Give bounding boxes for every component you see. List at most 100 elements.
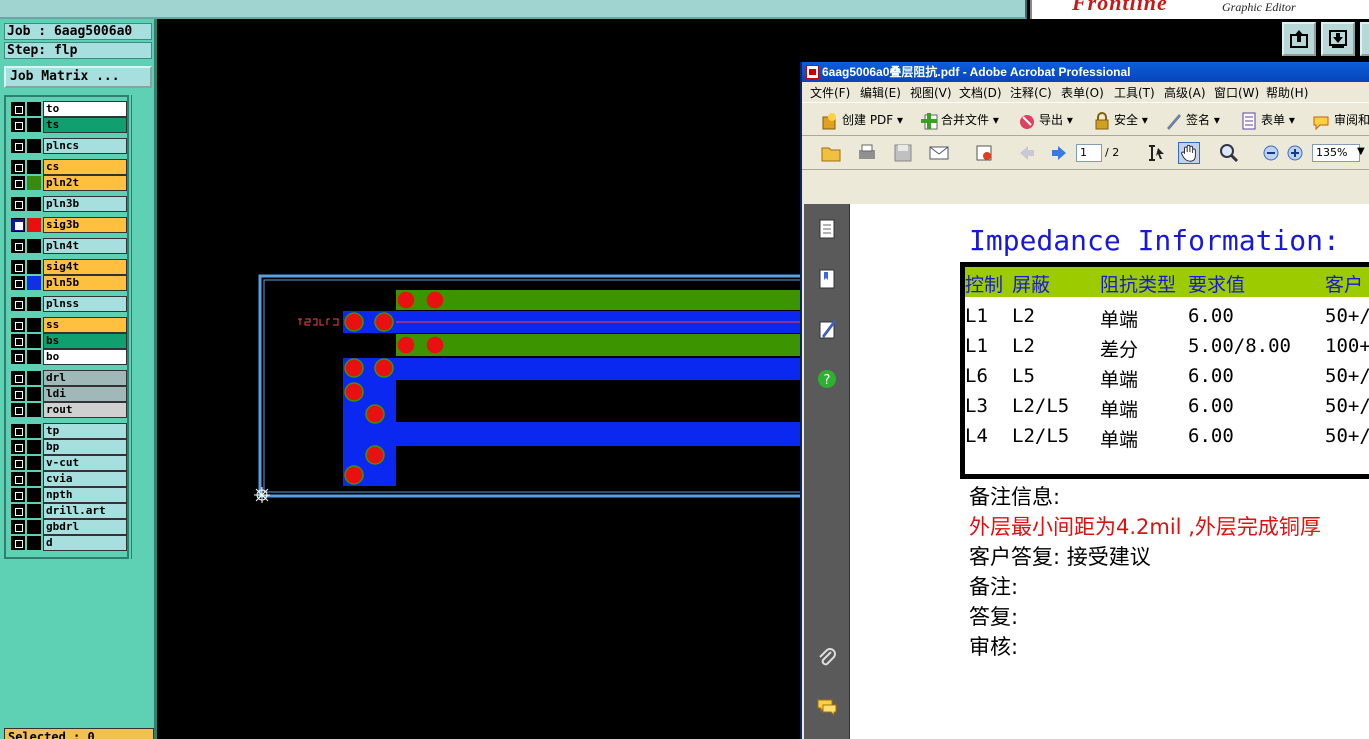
signatures-icon[interactable] (817, 318, 837, 340)
next-page-icon[interactable] (1048, 142, 1070, 164)
table-cell: L2 (1012, 335, 1035, 357)
sign-button[interactable]: 签名 ▾ (1164, 108, 1220, 132)
comments-icon[interactable] (817, 696, 837, 718)
via-pad (344, 358, 364, 378)
zoom-dropdown-icon[interactable]: ▼ (1357, 146, 1365, 157)
via-pad (374, 312, 394, 332)
pdf-file-icon (806, 65, 819, 79)
form-icon (1242, 112, 1256, 129)
review-button[interactable]: 审阅和 (1312, 108, 1369, 132)
trace-green-2 (396, 334, 800, 356)
table-cell: 50+/- (1325, 425, 1369, 447)
table-cell: 6.00 (1188, 305, 1234, 327)
via-pad (344, 382, 364, 402)
navigation-panel: ? (804, 204, 850, 739)
note-label: 备注信息: (969, 485, 1061, 509)
table-cell: L2 (1012, 305, 1035, 327)
menu-document[interactable]: 文档(D) (959, 84, 1002, 101)
create-pdf-icon (822, 112, 836, 129)
menu-comments[interactable]: 注释(C) (1010, 84, 1052, 101)
brand-logo: Frontline (1072, 0, 1168, 15)
upload-tool-button[interactable] (1282, 22, 1316, 56)
table-cell: 6.00 (1188, 395, 1234, 417)
header-impedance-type: 阻抗类型 (1100, 274, 1177, 296)
table-cell: 50+/- (1325, 395, 1369, 417)
menu-window[interactable]: 窗口(W) (1214, 84, 1259, 101)
save-icon[interactable] (892, 142, 914, 164)
menu-tools[interactable]: 工具(T) (1114, 84, 1155, 101)
export-button[interactable]: 导出 ▾ (1017, 108, 1073, 132)
answer-label: 答复: (969, 605, 1019, 629)
table-row: L6 L5 单端 6.00 50+/- (965, 361, 1369, 391)
acrobat-title: 6aag5006a0叠层阻抗.pdf - Adobe Acrobat Profe… (822, 65, 1131, 79)
origin-marker-icon (254, 487, 270, 503)
combine-files-button[interactable]: 合并文件 ▾ (919, 108, 999, 132)
help-icon[interactable]: ? (817, 368, 837, 390)
menu-forms[interactable]: 表单(O) (1061, 84, 1104, 101)
via-pad (365, 404, 385, 424)
remark-label: 备注: (969, 575, 1019, 599)
print-icon[interactable] (856, 142, 878, 164)
pcb-canvas[interactable] (0, 0, 800, 739)
extra-tool-button[interactable] (1360, 22, 1369, 56)
table-cell: 50+/- (1325, 305, 1369, 327)
table-cell: L1 (965, 335, 988, 357)
select-text-icon[interactable] (1146, 142, 1168, 164)
silkscreen-text-mark (298, 318, 339, 326)
header-control: 控制 (965, 274, 1004, 296)
table-cell: L2/L5 (1012, 425, 1070, 447)
table-row: L3 L2/L5 单端 6.00 50+/- (965, 391, 1369, 421)
lock-icon (1095, 111, 1109, 129)
forms-button[interactable]: 表单 ▾ (1239, 108, 1295, 132)
menu-view[interactable]: 视图(V) (910, 84, 952, 101)
pages-icon[interactable] (817, 218, 837, 240)
menu-file[interactable]: 文件(F) (810, 84, 850, 101)
menu-help[interactable]: 帮助(H) (1266, 84, 1308, 101)
bookmarks-icon[interactable] (817, 268, 837, 290)
impedance-table: 控制 屏蔽 阻抗类型 要求值 客户 L1 L2 单端 6.00 50+/- L1 L2 差分 5… (960, 262, 1369, 479)
acrobat-nav-toolbar: 1 / 2 135% ▼ (802, 136, 1369, 170)
export-icon (1020, 114, 1034, 129)
table-row: L1 L2 单端 6.00 50+/- (965, 301, 1369, 331)
customer-reply: 客户答复: 接受建议 (969, 545, 1151, 569)
table-cell: 6.00 (1188, 425, 1234, 447)
acrobat-titlebar[interactable]: 6aag5006a0叠层阻抗.pdf - Adobe Acrobat Profe… (802, 62, 1369, 82)
zoom-out-icon[interactable] (1260, 142, 1282, 164)
acrobat-menubar: 文件(F) 编辑(E) 视图(V) 文档(D) 注释(C) 表单(O) 工具(T… (802, 82, 1369, 102)
page-total: / 2 (1105, 146, 1120, 159)
via-pad (374, 358, 394, 378)
menu-advanced[interactable]: 高级(A) (1164, 84, 1206, 101)
svg-text:?: ? (824, 373, 831, 388)
table-cell: L2/L5 (1012, 395, 1070, 417)
table-cell: 50+/- (1325, 365, 1369, 387)
email-icon[interactable] (928, 142, 950, 164)
open-folder-icon[interactable] (820, 142, 842, 164)
review-icon (1313, 116, 1329, 130)
table-cell: 差分 (1100, 339, 1139, 361)
previous-page-icon[interactable] (1016, 142, 1038, 164)
via-pad (396, 290, 416, 310)
zoom-level-input[interactable]: 135% (1312, 144, 1360, 162)
page-number-input[interactable]: 1 (1076, 144, 1102, 162)
menu-edit[interactable]: 编辑(E) (860, 84, 901, 101)
hand-tool-icon[interactable] (1178, 142, 1200, 164)
table-cell: 单端 (1100, 369, 1139, 391)
table-cell: L3 (965, 395, 988, 417)
zoom-tool-icon[interactable] (1218, 142, 1240, 164)
table-cell: 单端 (1100, 399, 1139, 421)
zoom-in-icon[interactable] (1284, 142, 1306, 164)
brand-subtitle: Graphic Editor (1222, 0, 1296, 14)
organizer-icon[interactable] (974, 142, 996, 164)
attachments-icon[interactable] (817, 646, 837, 668)
pdf-page[interactable]: Impedance Information: 控制 屏蔽 阻抗类型 要求值 客户… (850, 204, 1369, 739)
download-tool-button[interactable] (1321, 22, 1355, 56)
secure-button[interactable]: 安全 ▾ (1092, 108, 1148, 132)
screen: Frontline Graphic Editor Job : 6aag5006a… (0, 0, 1369, 739)
table-cell: 单端 (1100, 309, 1139, 331)
create-pdf-button[interactable]: 创建 PDF ▾ (820, 108, 903, 132)
note-red-text: 外层最小间距为4.2mil ,外层完成铜厚 (969, 515, 1321, 539)
table-cell: L1 (965, 305, 988, 327)
upload-icon (1290, 30, 1308, 48)
header-required-value: 要求值 (1188, 274, 1246, 296)
header-customer: 客户 (1325, 274, 1364, 296)
